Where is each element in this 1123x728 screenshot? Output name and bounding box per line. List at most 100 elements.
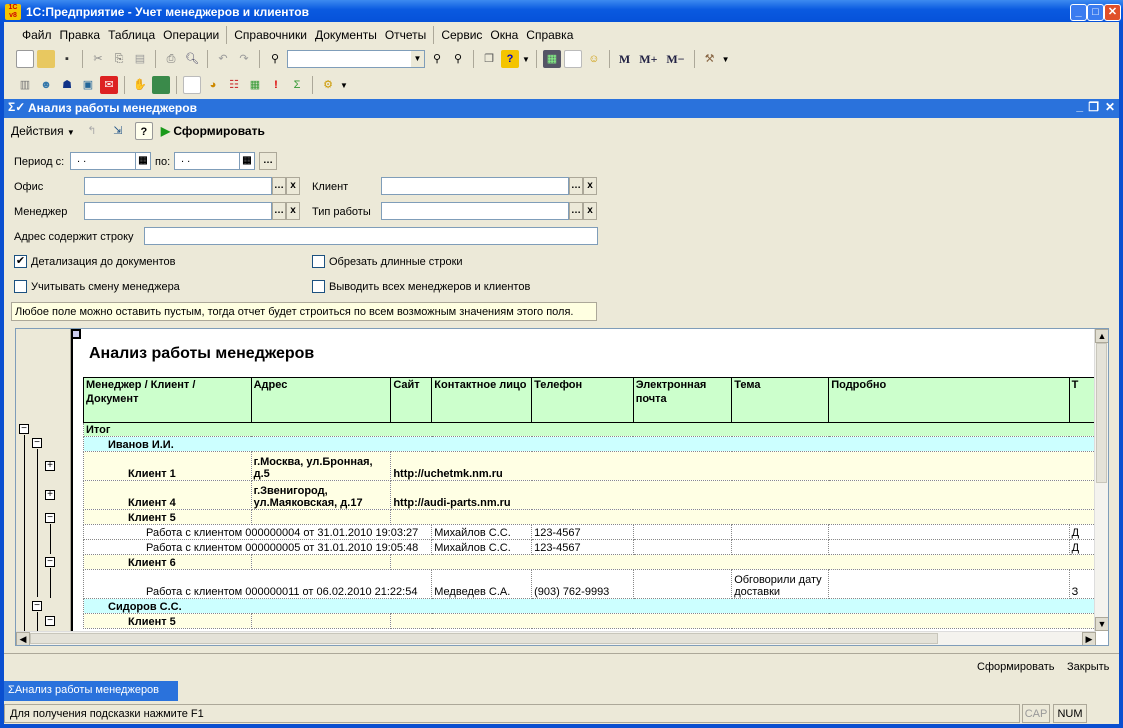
schedule-icon[interactable]: ▦ [246, 76, 264, 94]
dropdown-icon[interactable]: ▼ [522, 55, 530, 64]
settings-user-icon[interactable]: ⚙ [319, 76, 337, 94]
menu-table[interactable]: Таблица [104, 26, 159, 44]
windows-icon[interactable]: ❐ [480, 50, 498, 68]
memory-minus-button[interactable]: M− [666, 52, 684, 67]
manager-change-checkbox[interactable] [14, 280, 27, 293]
manager-select-button[interactable]: … [272, 202, 286, 220]
table-row-doc[interactable]: Работа с клиентом 000000011 от 06.02.201… [82, 569, 1108, 599]
expand-icon[interactable]: + [45, 490, 55, 500]
help-icon[interactable]: ? [501, 50, 519, 68]
collapse-icon[interactable]: − [32, 438, 42, 448]
table-row-client[interactable]: Клиент 6 [83, 554, 1108, 570]
scroll-down-icon[interactable]: ▼ [1095, 617, 1108, 631]
manager-clear-button[interactable]: x [286, 202, 300, 220]
collapse-icon[interactable]: − [45, 513, 55, 523]
office-input[interactable] [84, 177, 272, 195]
menu-reports[interactable]: Отчеты [381, 26, 430, 44]
horizontal-scrollbar[interactable]: ◀ ▶ [16, 631, 1096, 645]
generate-button[interactable]: ▶ Сформировать [161, 124, 265, 138]
office-select-button[interactable]: … [272, 177, 286, 195]
find-next-icon[interactable]: ⚲ [428, 50, 446, 68]
tools-icon[interactable]: ⚒ [701, 50, 719, 68]
work-type-select-button[interactable]: … [569, 202, 583, 220]
menu-edit[interactable]: Правка [56, 26, 105, 44]
dropdown-icon[interactable]: ▼ [340, 81, 348, 90]
clipboard-icon[interactable]: ▥ [16, 76, 34, 94]
table-row-manager[interactable]: Иванов И.И. [83, 436, 1108, 452]
calendar-icon[interactable]: ▦ [135, 152, 151, 170]
inner-restore-button[interactable]: ❐ [1088, 100, 1099, 114]
expand-icon[interactable]: + [45, 461, 55, 471]
restore-settings-icon[interactable]: ↰ [83, 122, 101, 140]
window-tab-report[interactable]: ΣАнализ работы менеджеров [4, 681, 178, 701]
help-icon[interactable]: ? [134, 122, 153, 140]
vertical-scrollbar[interactable]: ▲ ▼ [1094, 329, 1108, 631]
client-input[interactable] [381, 177, 569, 195]
table-row-client[interactable]: Клиент 1 г.Москва, ул.Бронная, д.5 http://… [83, 451, 1108, 481]
paste-icon[interactable]: ▤ [131, 50, 149, 68]
table-row-doc[interactable]: Работа с клиентом 000000004 от 31.01.201… [82, 524, 1108, 540]
horizontal-scroll-thumb[interactable] [30, 633, 938, 644]
work-type-input[interactable] [381, 202, 569, 220]
memory-plus-button[interactable]: M+ [639, 52, 657, 67]
save-settings-icon[interactable]: ⇲ [109, 122, 127, 140]
inner-close-button[interactable]: ✕ [1105, 100, 1115, 114]
client-select-button[interactable]: … [569, 177, 583, 195]
maximize-button[interactable]: □ [1087, 4, 1104, 21]
menu-operations[interactable]: Операции [159, 26, 223, 44]
trim-checkbox[interactable] [312, 255, 325, 268]
period-select-button[interactable]: … [259, 152, 277, 170]
preview-icon[interactable]: 🔍︎ [183, 50, 201, 68]
collapse-icon[interactable]: − [45, 557, 55, 567]
calendar-icon[interactable]: ▦ [239, 152, 255, 170]
search-input[interactable]: ▼ [287, 50, 425, 68]
managers-icon[interactable]: ☗ [58, 76, 76, 94]
minimize-button[interactable]: _ [1070, 4, 1087, 21]
new-document-icon[interactable] [16, 50, 34, 68]
users-icon[interactable]: ☻ [37, 76, 55, 94]
client-clear-button[interactable]: x [583, 177, 597, 195]
menu-documents[interactable]: Документы [311, 26, 381, 44]
calendar-grid-icon[interactable] [183, 76, 201, 94]
office-clear-button[interactable]: x [286, 177, 300, 195]
open-icon[interactable] [37, 50, 55, 68]
redo-icon[interactable]: ↷ [235, 50, 253, 68]
table-row-doc[interactable]: Работа с клиентом 000000005 от 31.01.201… [82, 539, 1108, 555]
vertical-scroll-thumb[interactable] [1096, 343, 1107, 483]
collapse-icon[interactable]: − [19, 424, 29, 434]
calendar-icon[interactable] [563, 50, 582, 68]
journal-icon[interactable] [152, 76, 170, 94]
work-type-clear-button[interactable]: x [583, 202, 597, 220]
find-icon[interactable]: ⚲ [266, 50, 284, 68]
menu-file[interactable]: Файл [18, 26, 56, 44]
menu-service[interactable]: Сервис [437, 26, 486, 44]
calculator-icon[interactable]: ▦ [542, 50, 561, 68]
collapse-icon[interactable]: − [45, 616, 55, 626]
undo-icon[interactable]: ↶ [214, 50, 232, 68]
chevron-down-icon[interactable]: ▼ [411, 51, 424, 67]
user-lock-icon[interactable]: ☺ [585, 50, 603, 68]
actions-menu[interactable]: Действия ▼ [11, 124, 75, 138]
address-input[interactable] [144, 227, 598, 245]
find-prev-icon[interactable]: ⚲ [449, 50, 467, 68]
mail-icon[interactable]: ✉ [100, 76, 118, 94]
bottom-close-button[interactable]: Закрыть [1067, 661, 1109, 673]
handshake-icon[interactable]: ✋ [131, 76, 149, 94]
copy-icon[interactable]: ⎘ [110, 50, 128, 68]
report-spreadsheet[interactable]: − − + + − − − − Анализ работы менеджеров… [15, 328, 1109, 646]
analysis-report-icon[interactable]: Σ [288, 76, 306, 94]
manager-input[interactable] [84, 202, 272, 220]
bottom-generate-button[interactable]: Сформировать [977, 661, 1055, 673]
alert-icon[interactable]: ! [267, 76, 285, 94]
table-row-client[interactable]: Клиент 5 [83, 509, 1108, 525]
book-icon[interactable]: ▣ [79, 76, 97, 94]
menu-catalogs[interactable]: Справочники [230, 26, 311, 44]
inner-minimize-button[interactable]: _ [1076, 99, 1083, 113]
memory-button[interactable]: M [619, 52, 630, 67]
dropdown-icon[interactable]: ▼ [722, 55, 730, 64]
collapse-icon[interactable]: − [32, 601, 42, 611]
table-row-client[interactable]: Клиент 4 г.Звенигород, ул.Маяковская, д.1… [83, 480, 1108, 510]
cut-icon[interactable]: ✂ [89, 50, 107, 68]
print-icon[interactable]: ⎙ [162, 50, 180, 68]
all-checkbox[interactable] [312, 280, 325, 293]
